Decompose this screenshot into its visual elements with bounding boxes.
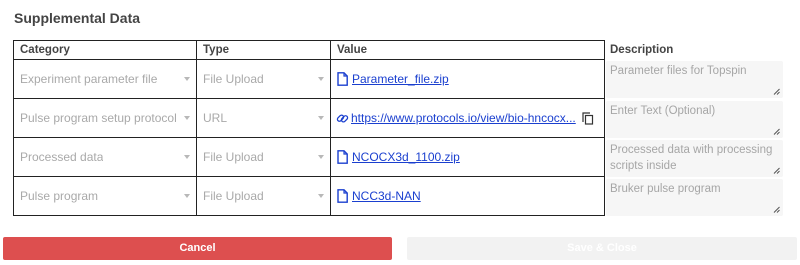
- section-title: Supplemental Data: [14, 10, 141, 26]
- caret-down-icon: [184, 77, 190, 81]
- cancel-button[interactable]: Cancel: [3, 237, 392, 260]
- table-row: Experiment parameter file File Upload Pa…: [13, 59, 605, 99]
- resize-grip-icon[interactable]: [773, 167, 780, 174]
- description-text: Bruker pulse program: [610, 183, 721, 195]
- type-column-header: Type: [196, 40, 331, 60]
- description-column-header: Description: [610, 44, 674, 56]
- table-row: Processed data File Upload NCOCX3d_1100.…: [13, 137, 605, 177]
- description-textarea[interactable]: Bruker pulse program: [606, 179, 783, 216]
- caret-down-icon: [184, 155, 190, 159]
- description-textarea[interactable]: Parameter files for Topspin: [606, 61, 783, 98]
- category-select[interactable]: Experiment parameter file: [14, 60, 196, 98]
- supplemental-data-table: Category Type Value Experiment parameter…: [13, 40, 605, 216]
- type-select[interactable]: File Upload: [197, 177, 330, 215]
- description-textarea[interactable]: Processed data with processing scripts i…: [606, 140, 783, 177]
- category-select-value: Pulse program setup protocol: [20, 111, 177, 125]
- file-link[interactable]: NCC3d-NAN: [352, 189, 421, 203]
- type-select-value: URL: [203, 111, 228, 125]
- value-cell: NCOCX3d_1100.zip: [331, 138, 604, 176]
- value-cell: NCC3d-NAN: [331, 177, 604, 215]
- resize-grip-icon[interactable]: [773, 128, 780, 135]
- document-icon: [337, 189, 348, 203]
- description-textarea[interactable]: Enter Text (Optional): [606, 101, 783, 138]
- table-row: Pulse program setup protocol URL https:/…: [13, 98, 605, 138]
- category-select[interactable]: Processed data: [14, 138, 196, 176]
- document-icon: [337, 150, 348, 164]
- caret-down-icon: [184, 194, 190, 198]
- caret-down-icon: [318, 116, 324, 120]
- category-select[interactable]: Pulse program: [14, 177, 196, 215]
- description-text: Parameter files for Topspin: [610, 65, 747, 77]
- document-icon: [337, 72, 348, 86]
- description-placeholder: Enter Text (Optional): [610, 105, 716, 117]
- category-select-value: Pulse program: [20, 189, 99, 203]
- caret-down-icon: [318, 155, 324, 159]
- type-select[interactable]: File Upload: [197, 60, 330, 98]
- file-link[interactable]: NCOCX3d_1100.zip: [352, 150, 460, 164]
- category-select[interactable]: Pulse program setup protocol: [14, 99, 196, 137]
- resize-grip-icon[interactable]: [773, 206, 780, 213]
- type-select-value: File Upload: [203, 189, 264, 203]
- table-row: Pulse program File Upload NCC3d-NAN: [13, 176, 605, 216]
- value-cell: https://www.protocols.io/view/bio-hncocx…: [331, 99, 604, 137]
- copy-icon[interactable]: [582, 111, 594, 125]
- caret-down-icon: [318, 194, 324, 198]
- type-select[interactable]: URL: [197, 99, 330, 137]
- table-header-row: Category Type Value: [13, 40, 605, 60]
- type-select-value: File Upload: [203, 150, 264, 164]
- link-icon: [336, 113, 349, 123]
- type-select-value: File Upload: [203, 72, 264, 86]
- value-column-header: Value: [330, 40, 605, 60]
- description-text: Processed data with processing scripts i…: [610, 144, 773, 172]
- type-select[interactable]: File Upload: [197, 138, 330, 176]
- save-close-button[interactable]: Save & Close: [407, 237, 797, 260]
- caret-down-icon: [318, 77, 324, 81]
- url-link[interactable]: https://www.protocols.io/view/bio-hncocx…: [351, 111, 576, 125]
- category-column-header: Category: [13, 40, 197, 60]
- caret-down-icon: [184, 116, 190, 120]
- category-select-value: Experiment parameter file: [20, 72, 158, 86]
- value-cell: Parameter_file.zip: [331, 60, 604, 98]
- file-link[interactable]: Parameter_file.zip: [352, 72, 449, 86]
- resize-grip-icon[interactable]: [773, 88, 780, 95]
- category-select-value: Processed data: [20, 150, 104, 164]
